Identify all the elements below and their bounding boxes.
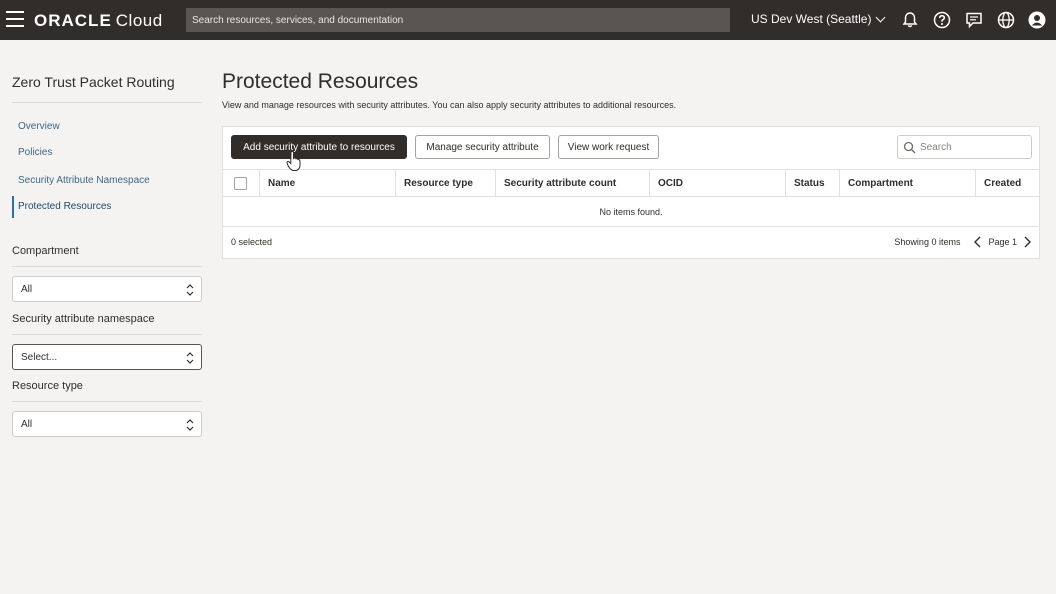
- sidebar-item-overview[interactable]: Overview: [18, 121, 60, 132]
- bell-icon[interactable]: [901, 11, 919, 29]
- namespace-label: Security attribute namespace: [12, 313, 155, 325]
- global-search-input[interactable]: Search resources, services, and document…: [186, 8, 730, 32]
- sidebar-title: Zero Trust Packet Routing: [12, 74, 175, 90]
- namespace-select[interactable]: Select...: [12, 344, 202, 370]
- filter-divider: [12, 401, 202, 402]
- pagination: Showing 0 items Page 1: [894, 235, 1033, 249]
- filter-divider: [12, 266, 202, 267]
- brand-secondary: Cloud: [115, 11, 163, 30]
- compartment-select[interactable]: All: [12, 276, 202, 302]
- globe-icon[interactable]: [997, 11, 1015, 29]
- table-search-input[interactable]: Search: [897, 135, 1032, 159]
- sidebar-item-security-attribute-namespace[interactable]: Security Attribute Namespace: [18, 175, 150, 186]
- resources-table-panel: Add security attribute to resources Mana…: [222, 126, 1040, 259]
- sidebar: Zero Trust Packet Routing Overview Polic…: [0, 40, 212, 594]
- view-work-request-button[interactable]: View work request: [558, 135, 659, 159]
- column-header-created[interactable]: Created: [975, 170, 1039, 196]
- sidebar-item-policies[interactable]: Policies: [18, 147, 52, 158]
- table-search-placeholder: Search: [920, 141, 952, 153]
- filter-divider: [12, 334, 202, 335]
- table-header: Name Resource type Security attribute co…: [223, 169, 1039, 197]
- column-header-resource-type[interactable]: Resource type: [395, 170, 495, 196]
- resource-type-value: All: [21, 418, 33, 430]
- column-header-name[interactable]: Name: [259, 170, 395, 196]
- global-search-placeholder: Search resources, services, and document…: [192, 14, 404, 26]
- resource-type-label: Resource type: [12, 380, 83, 392]
- column-header-ocid[interactable]: OCID: [649, 170, 785, 196]
- sidebar-divider: [12, 102, 202, 103]
- previous-page-icon[interactable]: [972, 235, 984, 249]
- column-header-status[interactable]: Status: [785, 170, 839, 196]
- updown-icon: [186, 284, 194, 296]
- search-icon: [903, 141, 916, 153]
- help-icon[interactable]: [933, 11, 951, 29]
- column-header-compartment[interactable]: Compartment: [839, 170, 975, 196]
- region-selector[interactable]: US Dev West (Seattle): [751, 12, 886, 26]
- namespace-value: Select...: [21, 351, 58, 363]
- compartment-label: Compartment: [12, 245, 79, 257]
- active-indicator: [12, 196, 14, 218]
- select-all-cell: [223, 170, 259, 196]
- column-header-security-attribute-count[interactable]: Security attribute count: [495, 170, 649, 196]
- resource-type-select[interactable]: All: [12, 411, 202, 437]
- page-description: View and manage resources with security …: [222, 100, 677, 110]
- selected-count: 0 selected: [231, 237, 273, 247]
- page-title: Protected Resources: [222, 70, 419, 93]
- menu-icon[interactable]: [6, 11, 24, 27]
- empty-table-message: No items found.: [223, 197, 1039, 227]
- compartment-value: All: [21, 283, 33, 295]
- manage-security-attribute-button[interactable]: Manage security attribute: [415, 135, 550, 159]
- next-page-icon[interactable]: [1021, 235, 1033, 249]
- region-label: US Dev West (Seattle): [751, 12, 872, 26]
- page-number: Page 1: [988, 237, 1017, 247]
- updown-icon: [186, 352, 194, 364]
- chat-icon[interactable]: [965, 11, 983, 29]
- user-icon[interactable]: [1028, 11, 1046, 29]
- hand-pointer-icon: [286, 150, 301, 171]
- top-navigation-bar: ORACLE Cloud Search resources, services, …: [0, 0, 1056, 40]
- showing-count: Showing 0 items: [894, 237, 961, 247]
- chevron-down-icon: [876, 12, 886, 22]
- add-security-attribute-button[interactable]: Add security attribute to resources: [231, 135, 407, 159]
- sidebar-item-protected-resources[interactable]: Protected Resources: [18, 201, 111, 212]
- updown-icon: [186, 419, 194, 431]
- brand-primary: ORACLE: [34, 11, 112, 30]
- select-all-checkbox[interactable]: [234, 177, 247, 190]
- oracle-cloud-logo[interactable]: ORACLE Cloud: [34, 11, 163, 31]
